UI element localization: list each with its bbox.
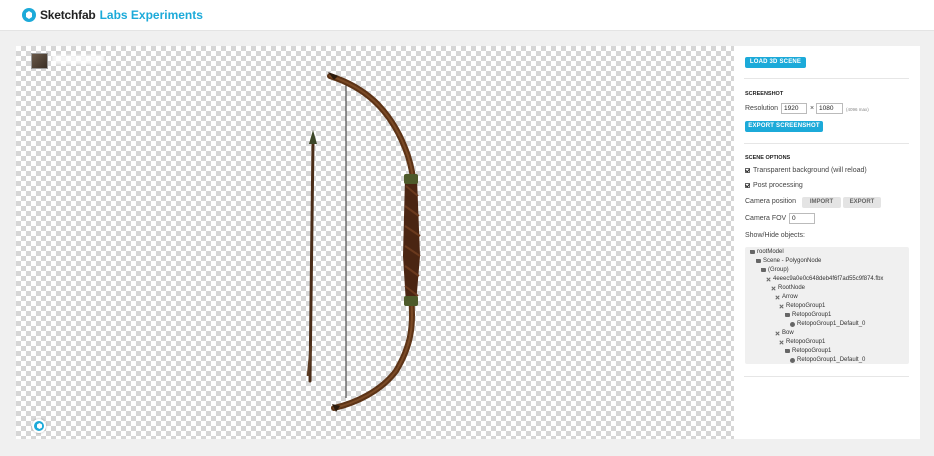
load-3d-scene-button[interactable]: LOAD 3D SCENE (745, 57, 806, 68)
scene-options-section-title: SCENE OPTIONS (745, 155, 791, 161)
tree-node-label: RetopoGroup1 (786, 303, 826, 309)
screenshot-section-title: SCREENSHOT (745, 91, 784, 97)
tree-node-label: RetopoGroup1 (792, 312, 832, 318)
bow-model (327, 72, 421, 412)
resolution-max-hint: (4096 max) (846, 107, 869, 112)
tree-node-label: rootModel (757, 249, 784, 255)
brand-name: Sketchfab (40, 8, 96, 22)
tree-node[interactable]: RetopoGroup1 (779, 303, 825, 309)
divider (744, 376, 909, 377)
camera-fov-label: Camera FOV (745, 215, 787, 222)
folder-icon (750, 250, 755, 254)
export-screenshot-button[interactable]: EXPORT SCREENSHOT (745, 121, 823, 132)
tree-node-label: RetopoGroup1 (786, 339, 826, 345)
camera-fov-input[interactable] (789, 213, 815, 224)
sketchfab-logo[interactable]: Sketchfab Labs Experiments (22, 8, 203, 22)
divider (744, 78, 909, 79)
tree-node[interactable]: RootNode (771, 285, 805, 291)
folder-icon (756, 259, 761, 263)
3d-viewer[interactable] (16, 46, 734, 439)
transparent-background-label: Transparent background (will reload) (753, 167, 867, 174)
folder-icon (761, 268, 766, 272)
tree-node-label: Arrow (782, 294, 798, 300)
tree-node-label: RetopoGroup1_Default_0 (797, 321, 866, 327)
tree-node-label: RetopoGroup1 (792, 348, 832, 354)
bone-icon (779, 304, 784, 309)
brand-subtitle: Labs Experiments (99, 8, 203, 22)
tree-node[interactable]: Scene - PolygonNode (756, 258, 821, 264)
tree-node[interactable]: rootModel (750, 249, 784, 255)
folder-icon (785, 349, 790, 353)
sketchfab-logo-icon (22, 8, 36, 22)
tree-node-label: 4eeec9a0e0c648deb4f6f7ad55c9f874.fbx (773, 276, 884, 282)
resolution-times: × (810, 105, 815, 112)
tree-node[interactable]: Arrow (775, 294, 798, 300)
tree-node[interactable]: RetopoGroup1_Default_0 (790, 321, 865, 327)
bone-icon (766, 277, 771, 282)
resolution-label: Resolution (745, 105, 779, 112)
resolution-width-input[interactable] (781, 103, 807, 114)
scene-tree: rootModel Scene - PolygonNode (Group) 4e… (745, 247, 909, 364)
tree-node-label: Bow (782, 330, 794, 336)
options-panel: LOAD 3D SCENE SCREENSHOT Resolution × (4… (734, 46, 920, 439)
bow-and-arrow-model (306, 72, 421, 412)
tree-node-label: Scene - PolygonNode (763, 258, 822, 264)
tree-node[interactable]: RetopoGroup1 (779, 339, 825, 345)
arrow-model (306, 130, 317, 383)
divider (744, 143, 909, 144)
bone-icon (771, 286, 776, 291)
bone-icon (775, 295, 780, 300)
transparent-background-checkbox[interactable] (745, 168, 750, 173)
tree-node-label: RootNode (778, 285, 806, 291)
bone-icon (779, 340, 784, 345)
post-processing-checkbox[interactable] (745, 183, 750, 188)
folder-icon (785, 313, 790, 317)
top-bar: Sketchfab Labs Experiments (0, 0, 934, 31)
resolution-height-input[interactable] (816, 103, 843, 114)
show-hide-objects-label: Show/Hide objects: (745, 232, 805, 239)
tree-node-label: (Group) (768, 267, 789, 273)
tree-node-label: RetopoGroup1_Default_0 (797, 357, 866, 363)
sketchfab-viewer-logo-icon[interactable] (32, 419, 46, 433)
mesh-icon (790, 321, 795, 327)
camera-import-button[interactable]: IMPORT (802, 197, 841, 208)
camera-position-label: Camera position (745, 198, 796, 205)
tree-node[interactable]: Bow (775, 330, 794, 336)
tree-node[interactable]: 4eeec9a0e0c648deb4f6f7ad55c9f874.fbx (766, 276, 883, 282)
tree-node[interactable]: RetopoGroup1 (785, 312, 831, 318)
mesh-icon (790, 357, 795, 363)
tree-node[interactable]: RetopoGroup1 (785, 348, 831, 354)
post-processing-label: Post processing (753, 182, 803, 189)
camera-export-button[interactable]: EXPORT (843, 197, 881, 208)
bone-icon (775, 331, 780, 336)
tree-node[interactable]: (Group) (761, 267, 789, 273)
tree-node[interactable]: RetopoGroup1_Default_0 (790, 357, 865, 363)
